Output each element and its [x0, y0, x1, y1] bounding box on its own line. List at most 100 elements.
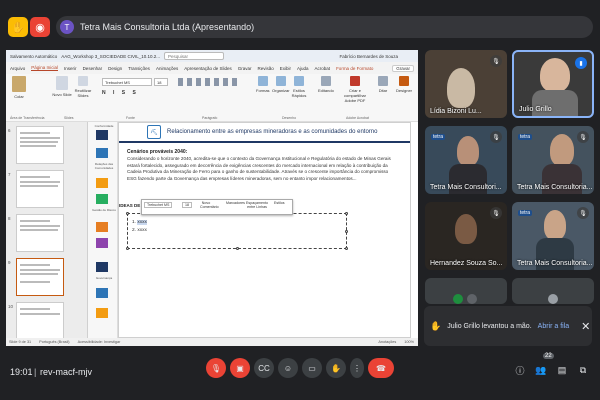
tab-forma-formato[interactable]: Forma de Formato [336, 66, 373, 71]
mini-size-select[interactable]: 18 [182, 202, 192, 208]
tab-apresentacao[interactable]: Apresentação de Slides [184, 66, 232, 71]
tab-inserir[interactable]: Inserir [64, 66, 77, 71]
notes-button[interactable]: Anotações [378, 340, 396, 344]
participant-tile[interactable]: tetra 🎙 Tetra Mais Consultoria... [512, 202, 594, 270]
tab-revisao[interactable]: Revisão [258, 66, 274, 71]
autosave-label[interactable]: Salvamento Automático [10, 54, 57, 59]
search-input[interactable]: Pesquisar [164, 52, 224, 60]
recording-icon[interactable]: ◉ [30, 17, 50, 37]
presenting-banner[interactable]: T Tetra Mais Consultoria Ltda (Apresenta… [56, 16, 593, 38]
participant-tile[interactable]: tetra 🎙 Tetra Mais Consultori... [425, 126, 507, 194]
close-icon[interactable]: ✕ [581, 320, 590, 333]
hand-raise-queue-icon[interactable]: ✋ [8, 17, 28, 37]
new-comment-button[interactable]: Novo Comentário [200, 201, 219, 209]
chat-icon: ▤ [557, 364, 567, 375]
tab-exibir[interactable]: Exibir [280, 66, 291, 71]
tab-desenhar[interactable]: Desenhar [83, 66, 103, 71]
language-indicator[interactable]: Português (Brasil) [39, 340, 69, 344]
resize-handle[interactable] [126, 212, 129, 215]
resize-handle[interactable] [345, 212, 348, 215]
slide-thumbnail[interactable] [16, 214, 64, 252]
captions-button[interactable]: CC [254, 358, 274, 378]
participant-name: Hernandez Souza So... [430, 260, 503, 267]
tab-pagina-inicial[interactable]: Página Inicial [31, 65, 59, 71]
font-format-buttons[interactable]: N I S S [102, 90, 139, 96]
paste-label: Colar [14, 94, 24, 99]
mini-toolbar[interactable]: Trebuchet MS 18 Novo Comentário Marcador… [141, 199, 293, 215]
resize-handle[interactable] [345, 230, 348, 233]
people-button[interactable]: 👥 [535, 364, 547, 376]
dictate-button[interactable]: Ditar [378, 76, 388, 116]
quick-styles-icon [294, 76, 304, 86]
section-icon [96, 308, 108, 318]
participant-tile-active-speaker[interactable]: ▮ Julio Grillo [512, 50, 594, 118]
more-options-button[interactable]: ⋮ [350, 358, 364, 378]
section-icon [96, 288, 108, 298]
activities-button[interactable]: ⧉ [577, 364, 589, 376]
microphone-off-button[interactable]: 🎙 [206, 358, 226, 378]
paragraph-buttons[interactable] [178, 78, 238, 86]
shapes-button[interactable]: Formas [256, 76, 270, 116]
company-logo: tetra [431, 134, 446, 140]
present-button[interactable]: ▭ [302, 358, 322, 378]
clipboard-icon [12, 76, 26, 92]
tab-design[interactable]: Design [108, 66, 122, 71]
participant-tile[interactable]: 🎙 Lídia Bizoni Lu... [425, 50, 507, 118]
dictate-label: Ditar [378, 88, 388, 93]
presenter-avatar: T [60, 20, 74, 34]
chat-button[interactable]: ▤ [556, 364, 568, 376]
raise-hand-button[interactable]: ✋ [326, 358, 346, 378]
tab-transicoes[interactable]: Transições [128, 66, 150, 71]
slide-body-text[interactable]: Considerando o horizonte 2040, acredita-… [127, 156, 399, 182]
bullets-button[interactable]: Marcadores [226, 201, 245, 205]
designer-button[interactable]: Designer [396, 76, 412, 116]
hang-up-icon: ☎ [376, 363, 386, 373]
tab-arquivo[interactable]: Arquivo [10, 66, 25, 71]
open-queue-button[interactable]: Abrir a fila [538, 323, 570, 330]
create-pdf-button[interactable]: Criar e compartilhar Adobe PDF [338, 76, 372, 116]
emoji-button[interactable]: ☺ [278, 358, 298, 378]
tab-ajuda[interactable]: Ajuda [297, 66, 309, 71]
muted-icon: 🎙 [490, 207, 502, 219]
participant-tile[interactable]: 🎙 Hernandez Souza So... [425, 202, 507, 270]
accessibility-status[interactable]: Acessibilidade: Investigar [78, 340, 121, 344]
slide-thumbnail[interactable] [16, 126, 64, 164]
participant-tile-partial[interactable] [512, 278, 594, 304]
slide-thumbnail[interactable] [16, 302, 64, 340]
slide-thumbnail-selected[interactable] [16, 258, 64, 296]
tab-animacoes[interactable]: Animações [156, 66, 178, 71]
paste-button[interactable]: Colar [12, 76, 26, 116]
mini-font-select[interactable]: Trebuchet MS [144, 202, 173, 208]
section-label: Governança [95, 276, 113, 280]
record-button[interactable]: Gravar [392, 64, 414, 72]
resize-handle[interactable] [345, 247, 348, 250]
meeting-info-button[interactable]: ⓘ [514, 364, 526, 376]
ideas-text-box[interactable]: 1. xxxx 2. xxxx [126, 212, 348, 250]
tab-gravar[interactable]: Gravar [238, 66, 252, 71]
ppt-status-bar: Slide 9 de 31 Português (Brasil) Acessib… [6, 338, 418, 346]
editing-button[interactable]: Editando [318, 76, 334, 116]
reuse-slides-button[interactable]: Reutilizar Slides [72, 76, 94, 116]
arrange-button[interactable]: Organizar [272, 76, 290, 116]
leave-call-button[interactable]: ☎ [368, 358, 394, 378]
designer-icon [399, 76, 409, 86]
font-size-select[interactable]: 18 [154, 78, 168, 86]
quick-styles-button[interactable]: Estilos Rápidos [290, 76, 308, 116]
styles-button[interactable]: Estilos [274, 201, 285, 205]
camera-off-button[interactable]: ▣ [230, 358, 250, 378]
resize-handle[interactable] [236, 247, 239, 250]
slide-canvas[interactable]: ⛏ Relacionamento entre as empresas miner… [118, 122, 411, 338]
resize-handle[interactable] [126, 247, 129, 250]
zoom-level[interactable]: 100% [404, 340, 414, 344]
line-spacing-button[interactable]: Espaçamento entre Linhas [244, 201, 270, 209]
slide-counter: Slide 9 de 31 [9, 340, 32, 344]
font-name-select[interactable]: Trebuchet MS [102, 78, 152, 86]
more-participants-tile[interactable] [425, 278, 507, 304]
section-label: Relações das Comunidades [94, 162, 114, 170]
tab-acrobat[interactable]: Acrobat [315, 66, 331, 71]
list-item-text[interactable]: xxxx [137, 228, 147, 233]
slide-thumbnail[interactable] [16, 170, 64, 208]
participant-tile[interactable]: tetra 🎙 Tetra Mais Consultoria... [512, 126, 594, 194]
list-item-text[interactable]: xxxx [137, 220, 147, 225]
new-slide-button[interactable]: Novo Slide [52, 76, 72, 116]
